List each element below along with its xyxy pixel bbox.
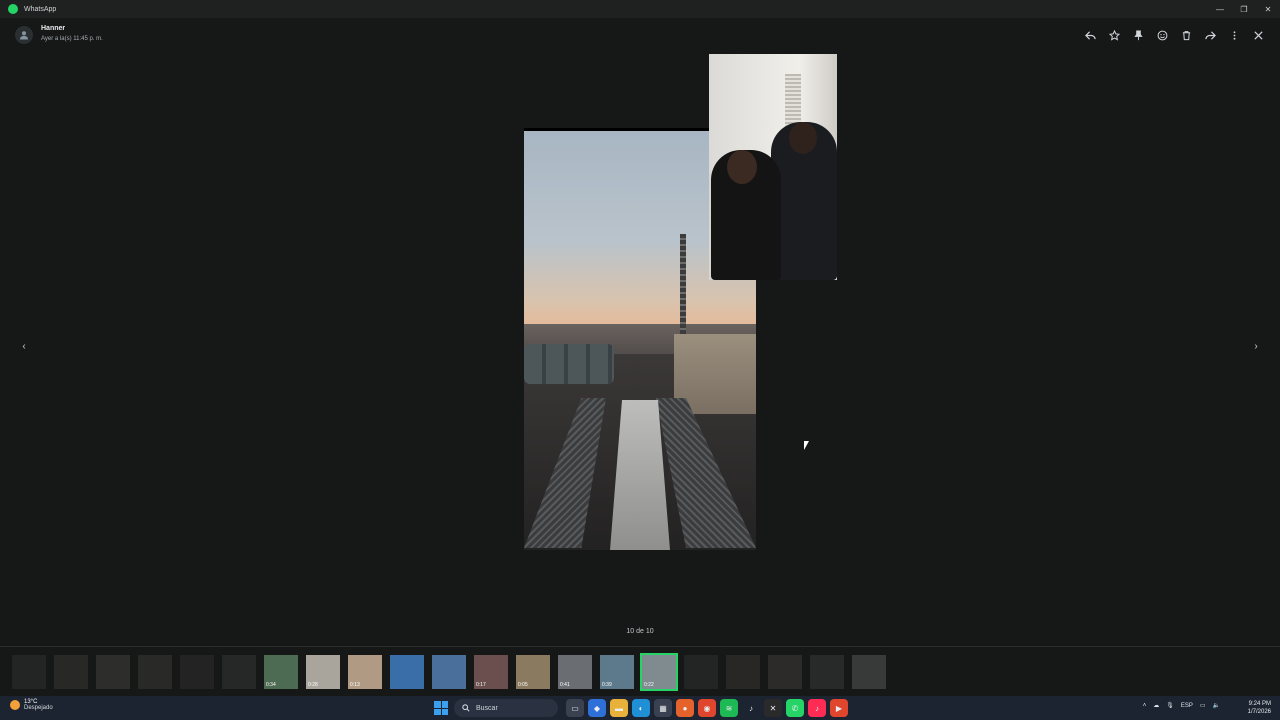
copilot-icon[interactable]: ◆ [588,699,606,717]
firefox-icon[interactable]: ● [676,699,694,717]
tiktok-icon[interactable]: ♪ [742,699,760,717]
start-button[interactable] [434,701,448,715]
volume-icon[interactable]: 🔈 [1213,702,1220,709]
minimize-icon[interactable]: — [1208,0,1232,18]
reply-button[interactable] [1078,26,1102,44]
thumbnail-duration: 0:39 [602,682,612,688]
edge-icon[interactable]: ◐ [632,699,650,717]
weather-widget[interactable]: 13°C Despejado [10,699,53,711]
forward-icon [1204,30,1216,40]
thumbnail-duration: 0:41 [560,682,570,688]
pinned-apps: ▭ ◆ ▬ ◐ ▦ ● ◉ ≋ ♪ ✕ ✆ ♪ ▶ [566,699,848,717]
thumbnail-strip: 0:34 0:28 0:13 0:17 0:05 0:41 0:39 0:22 [0,646,1280,692]
thumbnail[interactable] [432,655,466,689]
previous-media-button[interactable]: ‹ [17,339,31,353]
thumbnail[interactable] [138,655,172,689]
media-viewer-header: Hanner Ayer a la(s) 11:45 p. m. [0,18,1280,50]
media-counter: 10 de 10 [626,628,654,635]
pin-button[interactable] [1126,26,1150,44]
close-icon [1253,30,1263,40]
system-tray: ˄ ☁ 🎙 ESP ▭ 🔈 [1143,702,1220,710]
taskbar-clock[interactable]: 9:24 PM 1/7/2026 [1248,700,1271,716]
window-controls: — ❐ ✕ [1208,0,1280,18]
media-overlay-image [709,54,837,280]
user-icon [20,31,28,40]
thumbnail[interactable] [810,655,844,689]
more-options-button[interactable] [1222,26,1246,44]
delete-icon [1182,30,1190,40]
more-icon [1233,30,1235,40]
thumbnail[interactable]: 0:05 [516,655,550,689]
thumbnail[interactable] [852,655,886,689]
thumbnail[interactable]: 0:39 [600,655,634,689]
pin-icon [1133,29,1143,40]
thumbnail[interactable] [12,655,46,689]
thumbnail[interactable] [390,655,424,689]
store-icon[interactable]: ▦ [654,699,672,717]
task-view-icon[interactable]: ▭ [566,699,584,717]
light-tower [680,234,686,334]
thumbnail[interactable]: 0:28 [306,655,340,689]
thumbnail[interactable]: 0:13 [348,655,382,689]
thumbnail[interactable] [726,655,760,689]
thumbnail[interactable] [54,655,88,689]
thumbnail[interactable] [222,655,256,689]
thumbnail[interactable]: 0:41 [558,655,592,689]
thumbnail-duration: 0:17 [476,682,486,688]
thumbnail[interactable] [96,655,130,689]
tiktok-studio-icon[interactable]: ♪ [808,699,826,717]
search-icon [462,704,470,712]
thumbnail[interactable] [768,655,802,689]
language-indicator[interactable]: ESP [1181,703,1193,709]
window-title: WhatsApp [24,5,57,13]
react-button[interactable] [1150,26,1174,44]
avatar[interactable] [15,26,33,44]
whatsapp-logo-icon [8,4,18,14]
chevron-left-icon: ‹ [22,340,26,352]
media-toolbar [1078,26,1270,44]
reply-icon [1084,30,1096,40]
microphone-icon[interactable]: 🎙 [1166,702,1174,709]
weather-condition: Despejado [24,705,53,711]
clock-date: 1/7/2026 [1247,709,1271,715]
next-media-button[interactable]: › [1249,339,1263,353]
weather-icon [10,700,20,710]
thumbnail-duration: 0:28 [308,682,318,688]
window-titlebar: WhatsApp — ❐ ✕ [0,0,1280,18]
mouse-cursor [804,441,809,450]
restore-icon[interactable]: ❐ [1232,0,1256,18]
sender-name: Hanner [41,25,66,32]
star-icon [1108,29,1120,41]
thumbnail[interactable] [684,655,718,689]
taskbar: 13°C Despejado Buscar ▭ ◆ ▬ ◐ ▦ ● ◉ ≋ ♪ ✕ ✆ ♪ ▶ ˄ ☁ … [0,696,1280,720]
delete-button[interactable] [1174,26,1198,44]
thumbnail-duration: 0:34 [266,682,276,688]
thumbnail[interactable]: 0:34 [264,655,298,689]
window-close-icon[interactable]: ✕ [1256,0,1280,18]
thumbnail[interactable]: 0:17 [474,655,508,689]
file-explorer-icon[interactable]: ▬ [610,699,628,717]
clock-time: 9:24 PM [1248,701,1271,707]
star-button[interactable] [1102,26,1126,44]
media-player-icon[interactable]: ▶ [830,699,848,717]
search-label: Buscar [476,704,498,712]
whatsapp-icon[interactable]: ✆ [786,699,804,717]
chevron-up-icon[interactable]: ˄ [1143,703,1147,709]
spotify-icon[interactable]: ≋ [720,699,738,717]
chevron-right-icon: › [1254,340,1258,352]
thumbnail-duration: 0:05 [518,682,528,688]
thumbnail-duration: 0:13 [350,682,360,688]
forward-button[interactable] [1198,26,1222,44]
close-viewer-button[interactable] [1246,26,1270,44]
thumbnail-duration: 0:22 [644,682,654,688]
emoji-icon [1157,30,1167,40]
thumbnail-active[interactable]: 0:22 [640,653,678,691]
thumbnail[interactable] [180,655,214,689]
cloud-icon[interactable]: ☁ [1153,702,1159,709]
chrome-icon[interactable]: ◉ [698,699,716,717]
taskbar-search[interactable]: Buscar [454,699,558,717]
network-icon[interactable]: ▭ [1200,702,1206,709]
sent-timestamp: Ayer a la(s) 11:45 p. m. [41,36,103,42]
capcut-icon[interactable]: ✕ [764,699,782,717]
